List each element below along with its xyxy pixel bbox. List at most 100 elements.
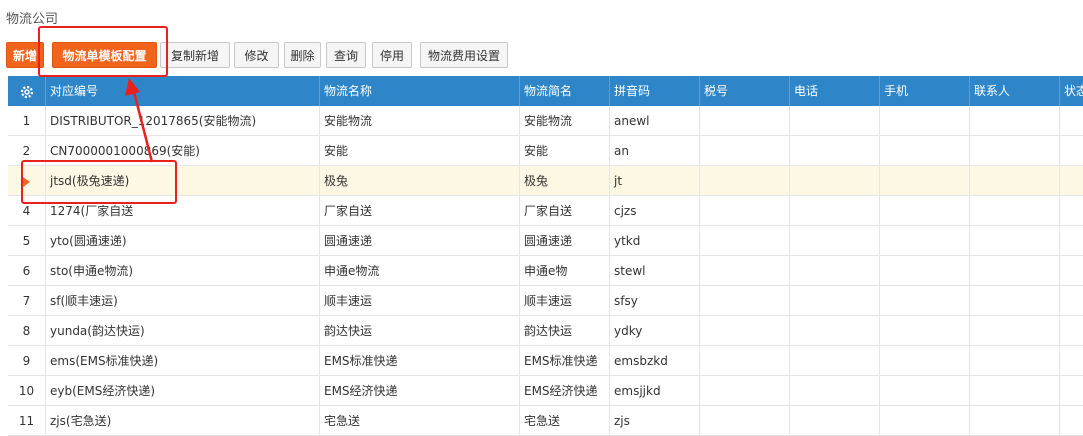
- cell-tax-number: [700, 346, 790, 375]
- cell-mobile: [880, 136, 970, 165]
- edit-button[interactable]: 修改: [234, 42, 279, 68]
- cell-contact: [970, 166, 1060, 195]
- column-header-code[interactable]: 对应编号: [46, 76, 320, 106]
- cell-mobile: [880, 376, 970, 405]
- cell-pinyin: emsjjkd: [610, 376, 700, 405]
- column-header-name[interactable]: 物流名称: [320, 76, 520, 106]
- cell-contact: [970, 376, 1060, 405]
- column-header-status[interactable]: 状态: [1060, 76, 1083, 106]
- cell-pinyin: ytkd: [610, 226, 700, 255]
- table-row[interactable]: 8 yunda(韵达快运) 韵达快运 韵达快运 ydky: [8, 316, 1083, 346]
- table-row[interactable]: 6 sto(申通e物流) 申通e物流 申通e物 stewl: [8, 256, 1083, 286]
- cell-code: yunda(韵达快运): [46, 316, 320, 345]
- table-row[interactable]: 11 zjs(宅急送) 宅急送 宅急送 zjs: [8, 406, 1083, 436]
- disable-button[interactable]: 停用: [372, 42, 412, 68]
- cell-tax-number: [700, 166, 790, 195]
- cell-pinyin: ydky: [610, 316, 700, 345]
- cell-pinyin: an: [610, 136, 700, 165]
- cell-code: sto(申通e物流): [46, 256, 320, 285]
- table-header: 对应编号 物流名称 物流简名 拼音码 税号 电话 手机 联系人 状态: [8, 76, 1083, 106]
- cell-mobile: [880, 316, 970, 345]
- table-row[interactable]: 1 DISTRIBUTOR_12017865(安能物流) 安能物流 安能物流 anewl: [8, 106, 1083, 136]
- cell-mobile: [880, 256, 970, 285]
- cell-short-name: 安能: [520, 136, 610, 165]
- cell-phone: [790, 406, 880, 435]
- cell-pinyin: anewl: [610, 106, 700, 135]
- waybill-template-config-button[interactable]: 物流单模板配置: [52, 42, 157, 68]
- cell-phone: [790, 256, 880, 285]
- column-header-pinyin[interactable]: 拼音码: [610, 76, 700, 106]
- cell-short-name: 宅急送: [520, 406, 610, 435]
- cell-phone: [790, 196, 880, 225]
- cell-name: 申通e物流: [320, 256, 520, 285]
- cell-pinyin: sfsy: [610, 286, 700, 315]
- column-header-mobile[interactable]: 手机: [880, 76, 970, 106]
- column-settings-gear-icon[interactable]: [8, 76, 46, 106]
- row-number: 6: [8, 256, 46, 285]
- row-number: 11: [8, 406, 46, 435]
- cell-short-name: EMS标准快递: [520, 346, 610, 375]
- cell-code: DISTRIBUTOR_12017865(安能物流): [46, 106, 320, 135]
- cell-code: sf(顺丰速运): [46, 286, 320, 315]
- cell-mobile: [880, 166, 970, 195]
- logistics-fee-settings-button[interactable]: 物流费用设置: [420, 42, 508, 68]
- table-row[interactable]: 5 yto(圆通速递) 圆通速递 圆通速递 ytkd: [8, 226, 1083, 256]
- table-row[interactable]: 9 ems(EMS标准快递) EMS标准快递 EMS标准快递 emsbzkd: [8, 346, 1083, 376]
- cell-short-name: 申通e物: [520, 256, 610, 285]
- cell-pinyin: emsbzkd: [610, 346, 700, 375]
- row-number: 2: [8, 136, 46, 165]
- copy-add-button[interactable]: 复制新增: [160, 42, 230, 68]
- cell-short-name: 极兔: [520, 166, 610, 195]
- cell-name: 宅急送: [320, 406, 520, 435]
- cell-contact: [970, 196, 1060, 225]
- cell-tax-number: [700, 226, 790, 255]
- row-number: 5: [8, 226, 46, 255]
- cell-contact: [970, 346, 1060, 375]
- cell-contact: [970, 316, 1060, 345]
- cell-short-name: 安能物流: [520, 106, 610, 135]
- cell-name: 圆通速递: [320, 226, 520, 255]
- column-header-contact[interactable]: 联系人: [970, 76, 1060, 106]
- cell-name: 韵达快运: [320, 316, 520, 345]
- cell-contact: [970, 286, 1060, 315]
- table-row[interactable]: 10 eyb(EMS经济快递) EMS经济快递 EMS经济快递 emsjjkd: [8, 376, 1083, 406]
- column-header-short-name[interactable]: 物流简名: [520, 76, 610, 106]
- cell-contact: [970, 136, 1060, 165]
- cell-name: EMS标准快递: [320, 346, 520, 375]
- row-number: 7: [8, 286, 46, 315]
- column-header-phone[interactable]: 电话: [790, 76, 880, 106]
- cell-status: [1060, 316, 1083, 345]
- cell-code: ems(EMS标准快递): [46, 346, 320, 375]
- table-row[interactable]: jtsd(极兔速递) 极兔 极兔 jt: [8, 166, 1083, 196]
- row-number: [8, 166, 46, 195]
- row-number: 1: [8, 106, 46, 135]
- cell-tax-number: [700, 316, 790, 345]
- cell-phone: [790, 136, 880, 165]
- cell-tax-number: [700, 256, 790, 285]
- cell-name: 安能: [320, 136, 520, 165]
- query-button[interactable]: 查询: [326, 42, 366, 68]
- cell-pinyin: jt: [610, 166, 700, 195]
- cell-pinyin: stewl: [610, 256, 700, 285]
- table-body: 1 DISTRIBUTOR_12017865(安能物流) 安能物流 安能物流 anewl…: [8, 106, 1083, 436]
- delete-button[interactable]: 删除: [284, 42, 321, 68]
- cell-status: [1060, 166, 1083, 195]
- cell-status: [1060, 106, 1083, 135]
- add-button[interactable]: 新增: [6, 42, 44, 68]
- cell-contact: [970, 256, 1060, 285]
- cell-status: [1060, 256, 1083, 285]
- cell-tax-number: [700, 106, 790, 135]
- cell-mobile: [880, 106, 970, 135]
- cell-code: jtsd(极兔速递): [46, 166, 320, 195]
- cell-short-name: 圆通速递: [520, 226, 610, 255]
- cell-code: yto(圆通速递): [46, 226, 320, 255]
- cell-code: eyb(EMS经济快递): [46, 376, 320, 405]
- cell-mobile: [880, 196, 970, 225]
- cell-phone: [790, 376, 880, 405]
- cell-contact: [970, 406, 1060, 435]
- table-row[interactable]: 2 CN7000001000869(安能) 安能 安能 an: [8, 136, 1083, 166]
- column-header-tax-number[interactable]: 税号: [700, 76, 790, 106]
- table-row[interactable]: 7 sf(顺丰速运) 顺丰速运 顺丰速运 sfsy: [8, 286, 1083, 316]
- row-number: 8: [8, 316, 46, 345]
- table-row[interactable]: 4 1274(厂家自送 厂家自送 厂家自送 cjzs: [8, 196, 1083, 226]
